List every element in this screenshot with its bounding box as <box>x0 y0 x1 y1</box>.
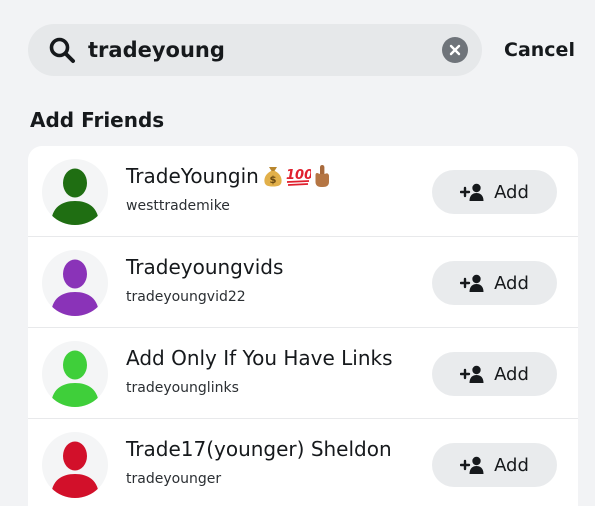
add-friend-icon <box>460 183 484 201</box>
list-item[interactable]: TradeYoungin $100 westtrademike Add <box>28 146 578 237</box>
middle-finger-icon <box>313 164 333 188</box>
list-item[interactable]: Add Only If You Have Links tradeyounglin… <box>28 328 578 419</box>
person-silhouette-icon <box>51 350 99 407</box>
add-button-label: Add <box>494 454 529 476</box>
avatar[interactable] <box>42 159 108 225</box>
section-title: Add Friends <box>30 108 165 132</box>
emoji-group: $100 <box>263 164 333 188</box>
results-list: TradeYoungin $100 westtrademike Add Trad… <box>28 146 578 506</box>
search-bar[interactable] <box>28 24 482 76</box>
list-item[interactable]: Trade17(younger) Sheldon tradeyounger Ad… <box>28 419 578 506</box>
add-friend-button[interactable]: Add <box>432 443 557 487</box>
add-button-label: Add <box>494 363 529 385</box>
display-name: Trade17(younger) Sheldon <box>126 437 392 461</box>
add-friend-button[interactable]: Add <box>432 170 557 214</box>
display-name: Add Only If You Have Links <box>126 346 393 370</box>
search-row: Cancel <box>28 24 578 76</box>
display-name: Tradeyoungvids <box>126 255 284 279</box>
add-friend-button[interactable]: Add <box>432 352 557 396</box>
username: tradeyounger <box>126 471 222 487</box>
username: tradeyoungvid22 <box>126 289 246 305</box>
search-input[interactable] <box>88 38 442 62</box>
list-item[interactable]: Tradeyoungvids tradeyoungvid22 Add <box>28 237 578 328</box>
add-button-label: Add <box>494 181 529 203</box>
avatar[interactable] <box>42 432 108 498</box>
add-friend-button[interactable]: Add <box>432 261 557 305</box>
person-silhouette-icon <box>51 441 99 498</box>
person-silhouette-icon <box>51 168 99 225</box>
clear-search-icon[interactable] <box>442 37 468 63</box>
svg-text:$: $ <box>269 175 276 186</box>
hundred-points-icon: 100 <box>285 165 313 187</box>
money-bag-icon: $ <box>263 165 285 187</box>
add-friend-icon <box>460 456 484 474</box>
add-friend-icon <box>460 365 484 383</box>
avatar[interactable] <box>42 341 108 407</box>
username: westtrademike <box>126 198 230 214</box>
username: tradeyounglinks <box>126 380 239 396</box>
person-silhouette-icon <box>51 259 99 316</box>
display-name: TradeYoungin $100 <box>126 164 333 188</box>
cancel-button[interactable]: Cancel <box>504 39 575 61</box>
search-icon <box>49 37 75 63</box>
add-button-label: Add <box>494 272 529 294</box>
add-friend-icon <box>460 274 484 292</box>
avatar[interactable] <box>42 250 108 316</box>
